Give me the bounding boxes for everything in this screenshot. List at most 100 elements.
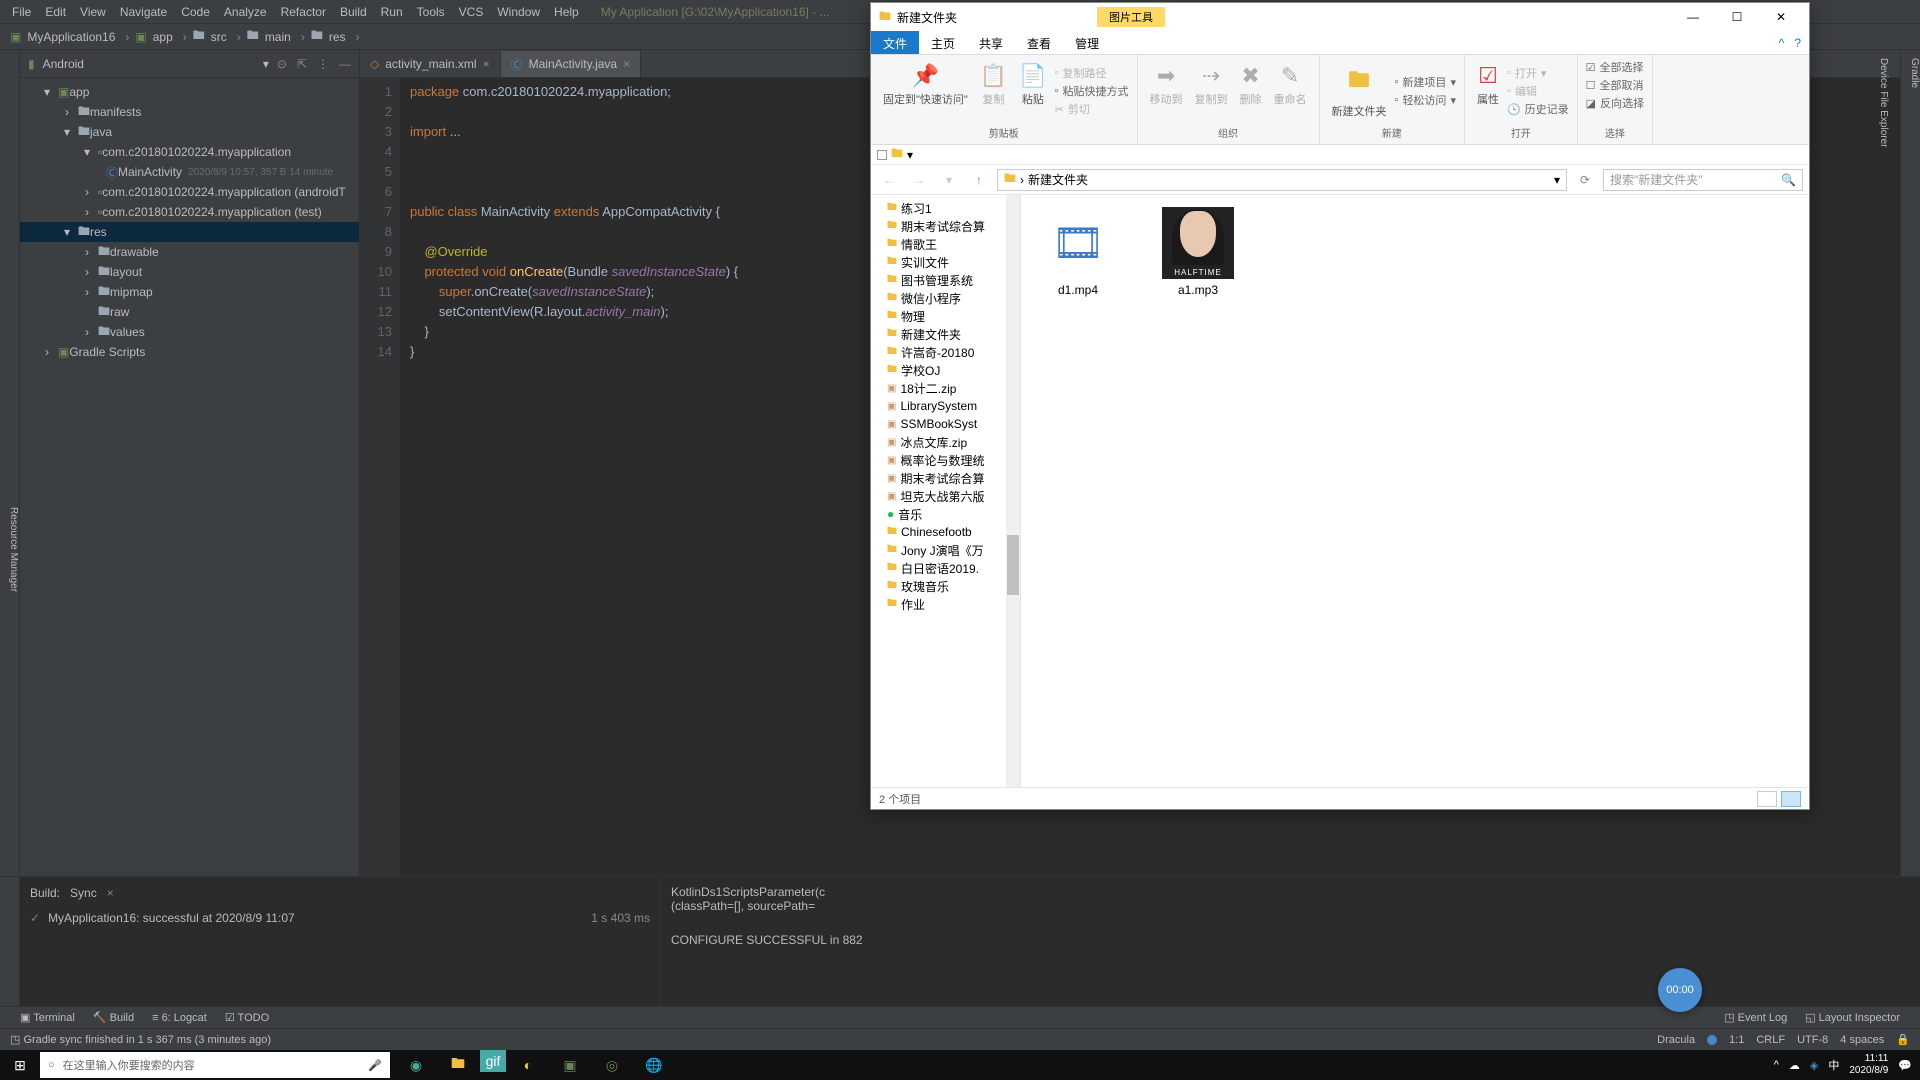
- dropdown-icon[interactable]: ▾: [907, 148, 913, 162]
- tree-pkg3[interactable]: com.c201801020224.myapplication (test): [102, 205, 321, 219]
- tree-item[interactable]: ▣概率论与数理统: [871, 451, 1020, 469]
- file-d1-mp4[interactable]: 🎞 d1.mp4: [1033, 207, 1123, 297]
- menu-vcs[interactable]: VCS: [453, 3, 490, 21]
- tree-item[interactable]: 🖿期末考试综合算: [871, 217, 1020, 235]
- line-sep[interactable]: CRLF: [1756, 1034, 1785, 1046]
- tree-raw[interactable]: raw: [110, 305, 129, 319]
- search-icon[interactable]: 🔍: [1781, 173, 1796, 187]
- menu-navigate[interactable]: Navigate: [114, 3, 173, 21]
- back-button[interactable]: ←: [877, 173, 901, 187]
- terminal-button[interactable]: ▣ Terminal: [20, 1011, 75, 1024]
- panel-title[interactable]: Android: [43, 57, 255, 71]
- refresh-button[interactable]: ⟳: [1573, 173, 1597, 187]
- menu-file[interactable]: File: [6, 3, 37, 21]
- ribbon-tab-file[interactable]: 文件: [871, 31, 919, 54]
- mic-icon[interactable]: 🎤: [368, 1059, 382, 1072]
- theme-label[interactable]: Dracula: [1657, 1034, 1695, 1046]
- todo-button[interactable]: ☑ TODO: [225, 1011, 269, 1024]
- ribbon-tab-share[interactable]: 共享: [967, 31, 1015, 54]
- tree-item[interactable]: 🖿情歌王: [871, 235, 1020, 253]
- rename-button[interactable]: ✎重命名: [1270, 59, 1311, 123]
- layout-inspector-button[interactable]: ◱ Layout Inspector: [1805, 1011, 1900, 1024]
- tree-item[interactable]: 🖿新建文件夹: [871, 325, 1020, 343]
- hide-icon[interactable]: —: [339, 57, 351, 71]
- crumb-res[interactable]: res: [325, 28, 350, 46]
- tree-item[interactable]: 🖿图书管理系统: [871, 271, 1020, 289]
- settings-icon[interactable]: ⋮: [317, 57, 329, 71]
- ribbon-tab-view[interactable]: 查看: [1015, 31, 1063, 54]
- search-box[interactable]: 搜索"新建文件夹" 🔍: [1603, 169, 1803, 191]
- copy-to-button[interactable]: ⇢复制到: [1191, 59, 1232, 123]
- menu-code[interactable]: Code: [175, 3, 216, 21]
- cut-button[interactable]: ✂ 剪切: [1055, 101, 1129, 117]
- caret-pos[interactable]: 1:1: [1729, 1034, 1744, 1046]
- tree-java[interactable]: java: [90, 125, 112, 139]
- taskbar-android-studio[interactable]: ▣: [550, 1050, 590, 1080]
- crumb-src[interactable]: src: [207, 28, 231, 46]
- tree-item[interactable]: 🖿玫瑰音乐: [871, 577, 1020, 595]
- tree-app[interactable]: app: [69, 85, 89, 99]
- edit-button[interactable]: ▫ 编辑: [1507, 83, 1569, 99]
- tree-gradle[interactable]: Gradle Scripts: [69, 345, 145, 359]
- tree-item[interactable]: ▣期末考试综合算: [871, 469, 1020, 487]
- tree-item[interactable]: 🖿白日密语2019.: [871, 559, 1020, 577]
- tree-res[interactable]: res: [90, 225, 107, 239]
- recent-dropdown[interactable]: ▾: [937, 173, 961, 187]
- file-a1-mp3[interactable]: HALFTIME a1.mp3: [1153, 207, 1243, 297]
- tree-item[interactable]: 🖿微信小程序: [871, 289, 1020, 307]
- encoding[interactable]: UTF-8: [1797, 1034, 1828, 1046]
- collapse-icon[interactable]: ⇱: [297, 57, 307, 71]
- tree-item[interactable]: 🖿实训文件: [871, 253, 1020, 271]
- menu-build[interactable]: Build: [334, 3, 373, 21]
- minimize-button[interactable]: —: [1673, 5, 1713, 29]
- properties-button[interactable]: ☑属性: [1473, 59, 1503, 123]
- menu-refactor[interactable]: Refactor: [275, 3, 332, 21]
- taskbar-app-3[interactable]: gif: [480, 1050, 506, 1072]
- open-button[interactable]: ▫ 打开 ▾: [1507, 65, 1569, 81]
- tree-item[interactable]: 🖿许嵩奇-20180: [871, 343, 1020, 361]
- menu-view[interactable]: View: [74, 3, 112, 21]
- close-button[interactable]: ✕: [1761, 5, 1801, 29]
- tray-onedrive-icon[interactable]: ☁: [1789, 1059, 1800, 1072]
- taskbar-clock[interactable]: 11:11 2020/8/9: [1849, 1053, 1888, 1077]
- picture-tools-tab[interactable]: 图片工具: [1097, 7, 1165, 27]
- start-button[interactable]: ⊞: [0, 1050, 40, 1080]
- scrollbar-thumb[interactable]: [1007, 535, 1019, 595]
- up-button[interactable]: ↑: [967, 173, 991, 187]
- indent[interactable]: 4 spaces: [1840, 1034, 1884, 1046]
- taskbar-app-1[interactable]: ◉: [396, 1050, 436, 1080]
- menu-run[interactable]: Run: [375, 3, 409, 21]
- help-icon[interactable]: ?: [1794, 36, 1801, 50]
- logcat-button[interactable]: ≡ 6: Logcat: [152, 1012, 207, 1024]
- select-none-button[interactable]: ☐ 全部取消: [1586, 77, 1644, 93]
- details-view-button[interactable]: [1757, 791, 1777, 807]
- move-to-button[interactable]: ➡移动到: [1146, 59, 1187, 123]
- tree-item[interactable]: 🖿学校OJ: [871, 361, 1020, 379]
- tree-item[interactable]: ▣SSMBookSyst: [871, 415, 1020, 433]
- menu-edit[interactable]: Edit: [39, 3, 72, 21]
- menu-help[interactable]: Help: [548, 3, 585, 21]
- dropdown-icon[interactable]: ▾: [263, 57, 269, 71]
- taskbar-explorer[interactable]: 🖿: [438, 1050, 478, 1080]
- maximize-button[interactable]: ☐: [1717, 5, 1757, 29]
- tree-item[interactable]: 🖿物理: [871, 307, 1020, 325]
- tree-mainactivity[interactable]: MainActivity: [118, 165, 182, 179]
- invert-selection-button[interactable]: ◪ 反向选择: [1586, 95, 1644, 111]
- tree-item[interactable]: ▣坦克大战第六版: [871, 487, 1020, 505]
- taskbar-app-6[interactable]: ◎: [592, 1050, 632, 1080]
- large-icons-view-button[interactable]: [1781, 791, 1801, 807]
- tray-security-icon[interactable]: ◈: [1810, 1059, 1818, 1072]
- tray-chevron-icon[interactable]: ^: [1774, 1059, 1779, 1071]
- easy-access-button[interactable]: ▫ 轻松访问 ▾: [1395, 92, 1456, 108]
- taskbar-search[interactable]: ○ 在这里输入你要搜索的内容 🎤: [40, 1052, 390, 1078]
- build-button[interactable]: 🔨 Build: [93, 1011, 134, 1024]
- taskbar-chrome[interactable]: 🌐: [634, 1050, 674, 1080]
- menu-tools[interactable]: Tools: [411, 3, 451, 21]
- explorer-titlebar[interactable]: 🖿 新建文件夹 图片工具 — ☐ ✕: [871, 3, 1809, 31]
- tree-pkg2[interactable]: com.c201801020224.myapplication (android…: [102, 185, 346, 199]
- tab-mainactivity[interactable]: ⒸMainActivity.java×: [501, 51, 642, 77]
- tray-ime-icon[interactable]: 中: [1828, 1057, 1839, 1073]
- tree-item[interactable]: 🖿练习1: [871, 199, 1020, 217]
- paste-button[interactable]: 📄粘贴: [1015, 59, 1050, 123]
- copy-button[interactable]: 📋复制: [976, 59, 1011, 123]
